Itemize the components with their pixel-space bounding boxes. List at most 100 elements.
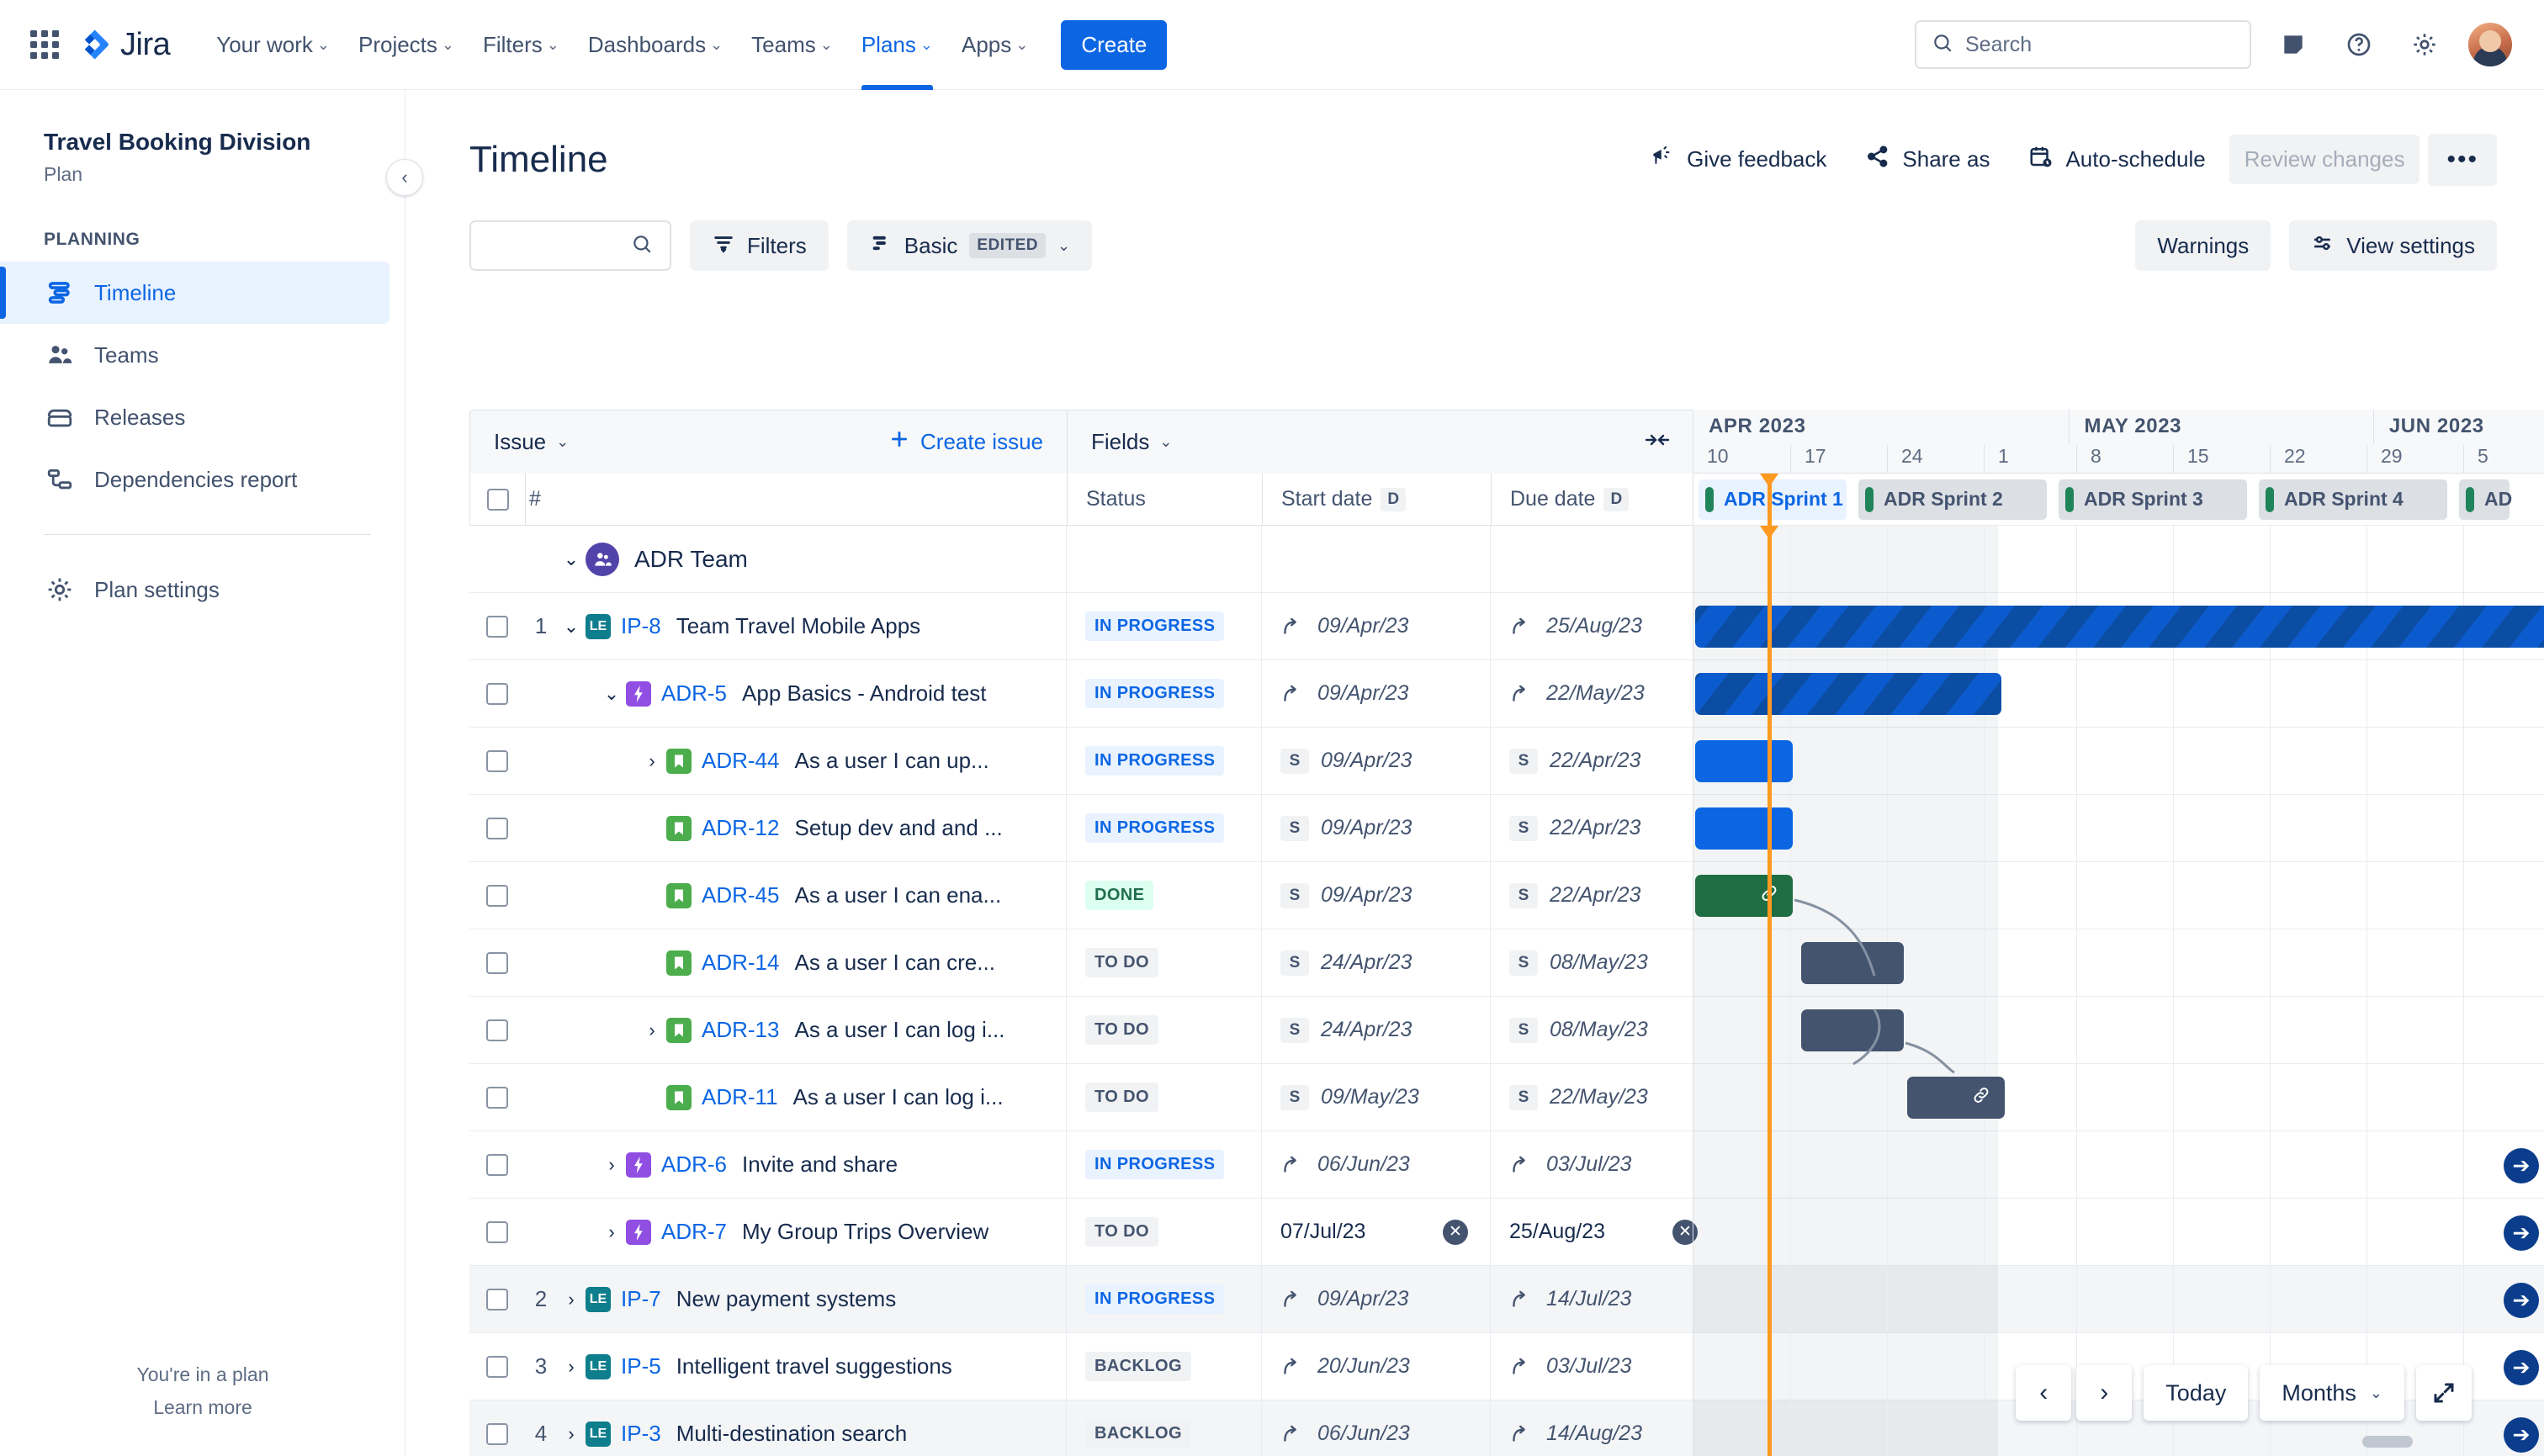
- issue-key-link[interactable]: ADR-5: [661, 680, 727, 707]
- notifications-icon[interactable]: [2270, 21, 2317, 68]
- due-date-cell[interactable]: S 22/May/23: [1491, 1064, 1720, 1131]
- issue-key-link[interactable]: IP-7: [621, 1286, 661, 1312]
- sidebar-learn-more-link[interactable]: Learn more: [0, 1396, 405, 1419]
- start-date-cell[interactable]: S 09/Apr/23: [1262, 727, 1491, 795]
- offscreen-bar-marker[interactable]: ➔: [2504, 1283, 2539, 1318]
- status-cell[interactable]: TO DO: [1067, 1063, 1262, 1131]
- nav-dashboards[interactable]: Dashboards ⌄: [574, 0, 737, 90]
- row-checkbox[interactable]: [486, 951, 508, 974]
- expand-chevron-down-icon[interactable]: ⌄: [597, 683, 626, 705]
- auto-schedule-button[interactable]: Auto-schedule: [2013, 132, 2220, 187]
- expand-chevron-right-icon[interactable]: ›: [557, 1356, 586, 1378]
- row-checkbox[interactable]: [486, 1422, 508, 1445]
- timeline-bar[interactable]: ➔: [1695, 606, 2544, 648]
- expand-chevron-right-icon[interactable]: ›: [557, 1289, 586, 1310]
- issue-key-link[interactable]: IP-5: [621, 1353, 661, 1379]
- issue-key-link[interactable]: ADR-44: [702, 748, 779, 774]
- start-date-cell[interactable]: 09/Apr/23: [1262, 659, 1491, 728]
- row-checkbox[interactable]: [486, 1153, 508, 1176]
- expand-chevron-right-icon[interactable]: ›: [597, 1221, 626, 1243]
- timeline-bar[interactable]: [1801, 942, 1904, 984]
- start-date-cell[interactable]: 09/Apr/23: [1262, 592, 1491, 660]
- sprint-chip[interactable]: ADR Sprint 2: [1858, 479, 2047, 520]
- due-date-cell[interactable]: S 22/Apr/23: [1491, 862, 1720, 929]
- issue-key-link[interactable]: ADR-14: [702, 950, 779, 976]
- nav-apps[interactable]: Apps ⌄: [947, 0, 1042, 90]
- timeline-today-button[interactable]: Today: [2144, 1365, 2249, 1421]
- sidebar-item-releases[interactable]: Releases: [0, 386, 390, 448]
- row-checkbox[interactable]: [486, 682, 508, 705]
- sidebar-item-plan-settings[interactable]: Plan settings: [0, 559, 390, 621]
- expand-chevron-right-icon[interactable]: ›: [638, 750, 666, 772]
- status-cell[interactable]: BACKLOG: [1067, 1332, 1262, 1400]
- start-date-cell[interactable]: 20/Jun/23: [1262, 1332, 1491, 1400]
- clear-date-button[interactable]: ✕: [1443, 1219, 1468, 1245]
- status-cell[interactable]: IN PROGRESS: [1067, 794, 1262, 862]
- row-checkbox[interactable]: [486, 1220, 508, 1243]
- start-date-cell[interactable]: S 09/May/23: [1262, 1063, 1491, 1131]
- row-checkbox[interactable]: [486, 817, 508, 839]
- expand-chevron-right-icon[interactable]: ›: [597, 1154, 626, 1176]
- due-date-cell[interactable]: S 22/Apr/23: [1491, 728, 1720, 795]
- create-issue-button[interactable]: Create issue: [888, 428, 1043, 456]
- due-date-cell[interactable]: 14/Aug/23: [1491, 1400, 1720, 1456]
- sidebar-item-dependencies-report[interactable]: Dependencies report: [0, 448, 390, 511]
- due-date-cell[interactable]: 25/Aug/23 ✕: [1491, 1199, 1720, 1266]
- sidebar-item-timeline[interactable]: Timeline: [0, 262, 390, 324]
- help-icon[interactable]: [2335, 21, 2382, 68]
- issue-key-link[interactable]: ADR-11: [702, 1084, 778, 1110]
- due-date-cell[interactable]: 22/May/23: [1491, 660, 1720, 728]
- create-button[interactable]: Create: [1061, 19, 1168, 70]
- issue-key-link[interactable]: ADR-13: [702, 1017, 779, 1043]
- row-checkbox[interactable]: [486, 1019, 508, 1041]
- timeline-prev-button[interactable]: ‹: [2016, 1365, 2072, 1421]
- start-date-cell[interactable]: S 09/Apr/23: [1262, 794, 1491, 862]
- nav-filters[interactable]: Filters ⌄: [469, 0, 574, 90]
- offscreen-bar-marker[interactable]: ➔: [2504, 1148, 2539, 1183]
- expand-chevron-down-icon[interactable]: ⌄: [557, 616, 586, 638]
- sprint-chip[interactable]: ADR Sprint 4: [2259, 479, 2447, 520]
- status-cell[interactable]: TO DO: [1067, 996, 1262, 1064]
- status-cell[interactable]: BACKLOG: [1067, 1400, 1262, 1456]
- collapse-sidebar-button[interactable]: ‹: [386, 159, 423, 196]
- view-mode-selector[interactable]: Basic EDITED ⌄: [846, 220, 1093, 271]
- expand-chevron-right-icon[interactable]: ›: [557, 1423, 586, 1445]
- sprint-chip[interactable]: AD: [2459, 479, 2512, 520]
- due-date-cell[interactable]: 25/Aug/23: [1491, 593, 1720, 660]
- timeline-bar[interactable]: [1695, 875, 1793, 917]
- collapse-fields-button[interactable]: [1645, 429, 1670, 455]
- more-actions-button[interactable]: •••: [2428, 133, 2497, 186]
- status-cell[interactable]: IN PROGRESS: [1067, 1130, 1262, 1199]
- status-cell[interactable]: IN PROGRESS: [1067, 592, 1262, 660]
- settings-gear-icon[interactable]: [2401, 21, 2448, 68]
- timeline-zoom-selector[interactable]: Months ⌄: [2260, 1365, 2404, 1421]
- app-switcher-icon[interactable]: [30, 30, 59, 59]
- nav-teams[interactable]: Teams ⌄: [737, 0, 847, 90]
- issue-column-dropdown[interactable]: Issue ⌄: [494, 429, 569, 455]
- start-date-cell[interactable]: 07/Jul/23 ✕: [1262, 1198, 1491, 1266]
- timeline-bar[interactable]: [1907, 1077, 2005, 1119]
- due-date-cell[interactable]: 03/Jul/23: [1491, 1333, 1720, 1400]
- timeline-bar[interactable]: [1801, 1009, 1904, 1051]
- status-cell[interactable]: TO DO: [1067, 1198, 1262, 1266]
- start-date-cell[interactable]: S 09/Apr/23: [1262, 861, 1491, 929]
- start-date-cell[interactable]: S 24/Apr/23: [1262, 929, 1491, 997]
- user-avatar[interactable]: [2467, 21, 2514, 68]
- timeline-next-button[interactable]: ›: [2076, 1365, 2133, 1421]
- issue-key-link[interactable]: IP-3: [621, 1421, 661, 1447]
- row-checkbox[interactable]: [486, 749, 508, 772]
- status-cell[interactable]: IN PROGRESS: [1067, 1265, 1262, 1333]
- nav-your-work[interactable]: Your work ⌄: [202, 0, 344, 90]
- issue-key-link[interactable]: ADR-7: [661, 1219, 727, 1245]
- expand-chevron-down-icon[interactable]: ⌄: [557, 548, 586, 570]
- status-cell[interactable]: IN PROGRESS: [1067, 659, 1262, 728]
- issue-key-link[interactable]: ADR-6: [661, 1152, 727, 1178]
- start-date-cell[interactable]: S 24/Apr/23: [1262, 996, 1491, 1064]
- start-date-cell[interactable]: 09/Apr/23: [1262, 1265, 1491, 1333]
- issue-key-link[interactable]: IP-8: [621, 613, 661, 639]
- sidebar-item-teams[interactable]: Teams: [0, 324, 390, 386]
- offscreen-bar-marker[interactable]: ➔: [2504, 1350, 2539, 1385]
- due-date-cell[interactable]: 14/Jul/23: [1491, 1266, 1720, 1333]
- warnings-button[interactable]: Warnings: [2135, 220, 2271, 271]
- sprint-chip[interactable]: ADR Sprint 3: [2059, 479, 2247, 520]
